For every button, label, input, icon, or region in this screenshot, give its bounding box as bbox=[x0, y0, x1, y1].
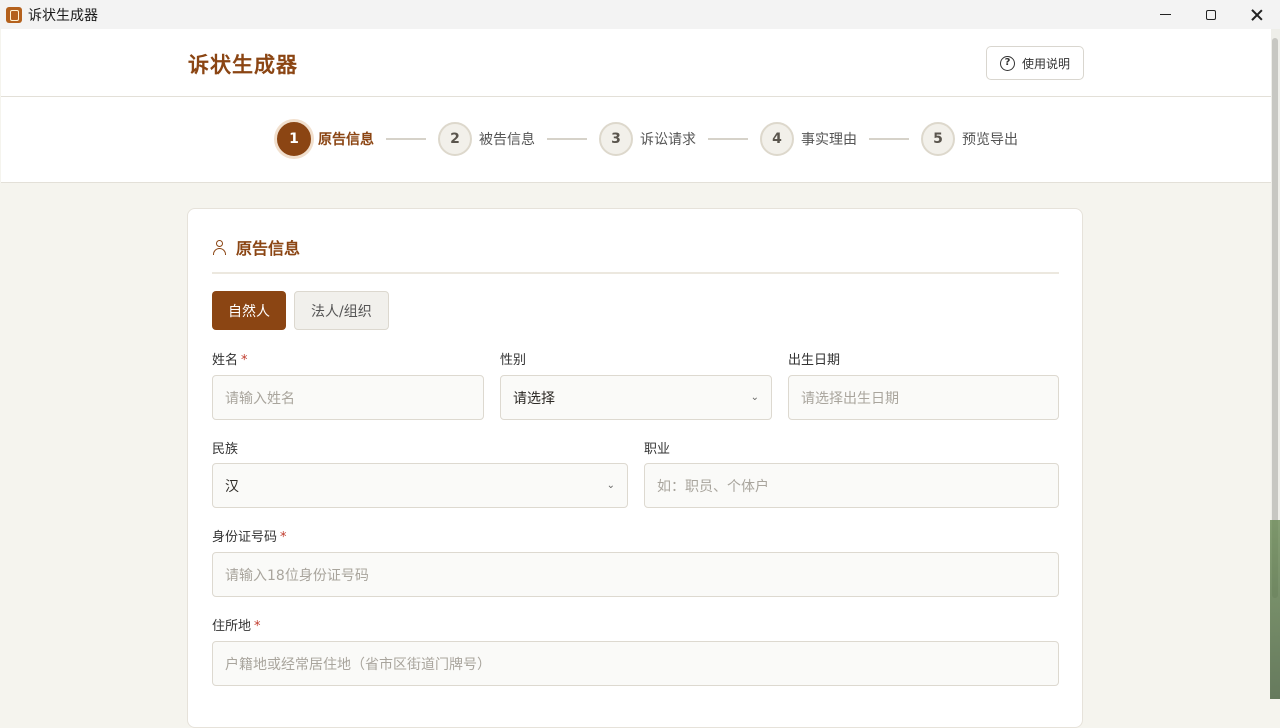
name-label: 姓名 * bbox=[212, 349, 248, 368]
app-header: 诉状生成器 ? 使用说明 bbox=[1, 29, 1271, 97]
step-label: 事实理由 bbox=[801, 132, 857, 148]
step-plaintiff[interactable]: 1 原告信息 bbox=[277, 122, 374, 156]
required-mark: * bbox=[280, 530, 287, 545]
gender-select[interactable]: 请选择 ⌄ bbox=[500, 375, 772, 420]
step-facts[interactable]: 4 事实理由 bbox=[760, 122, 857, 156]
stepper-bar: 1 原告信息 2 被告信息 3 诉讼请求 4 事实理由 5 预览导出 bbox=[1, 97, 1271, 183]
plaintiff-card: 原告信息 自然人 法人/组织 姓名 * 请输入姓名 性别 请选择 ⌄ 出生日期 请… bbox=[187, 208, 1083, 728]
card-title: 原告信息 bbox=[236, 239, 301, 258]
required-mark: * bbox=[254, 619, 261, 634]
step-number: 2 bbox=[438, 122, 472, 156]
address-label: 住所地 * bbox=[212, 615, 261, 634]
name-placeholder: 请输入姓名 bbox=[225, 390, 295, 407]
name-input[interactable]: 请输入姓名 bbox=[212, 375, 484, 420]
step-connector bbox=[547, 138, 587, 140]
name-label-text: 姓名 bbox=[212, 353, 239, 368]
address-placeholder: 户籍地或经常居住地（省市区街道门牌号） bbox=[225, 656, 491, 673]
window-titlebar: 诉状生成器 bbox=[0, 0, 1280, 29]
brand-title: 诉状生成器 bbox=[188, 53, 298, 77]
help-icon: ? bbox=[999, 55, 1015, 71]
step-number: 3 bbox=[599, 122, 633, 156]
ethnicity-label: 民族 bbox=[212, 442, 239, 457]
divider bbox=[212, 272, 1059, 274]
toggle-organization[interactable]: 法人/组织 bbox=[294, 291, 389, 330]
minimize-icon bbox=[1159, 13, 1171, 16]
occupation-placeholder: 如：职员、个体户 bbox=[657, 478, 769, 495]
chevron-down-icon: ⌄ bbox=[606, 480, 615, 491]
step-number: 1 bbox=[277, 122, 311, 156]
occupation-input[interactable]: 如：职员、个体户 bbox=[644, 463, 1059, 508]
stepper: 1 原告信息 2 被告信息 3 诉讼请求 4 事实理由 5 预览导出 bbox=[277, 122, 1018, 156]
window-title: 诉状生成器 bbox=[28, 7, 98, 24]
address-input[interactable]: 户籍地或经常居住地（省市区街道门牌号） bbox=[212, 641, 1059, 686]
step-connector bbox=[869, 138, 909, 140]
help-label: 使用说明 bbox=[1021, 56, 1070, 71]
step-label: 诉讼请求 bbox=[640, 132, 696, 148]
step-number: 4 bbox=[760, 122, 794, 156]
party-type-toggle: 自然人 法人/组织 bbox=[212, 291, 389, 330]
step-label: 预览导出 bbox=[962, 132, 1018, 148]
gender-value: 请选择 bbox=[513, 390, 555, 407]
birthdate-input[interactable]: 请选择出生日期 bbox=[788, 375, 1059, 420]
maximize-icon bbox=[1206, 9, 1216, 20]
close-icon bbox=[1251, 9, 1263, 21]
id-number-input[interactable]: 请输入18位身份证号码 bbox=[212, 552, 1059, 597]
step-claims[interactable]: 3 诉讼请求 bbox=[599, 122, 696, 156]
card-header: 原告信息 bbox=[212, 235, 300, 259]
app-icon bbox=[6, 6, 22, 23]
chevron-down-icon: ⌄ bbox=[750, 392, 759, 403]
ethnicity-select[interactable]: 汉 ⌄ bbox=[212, 463, 628, 508]
birthdate-label: 出生日期 bbox=[788, 353, 841, 368]
user-icon bbox=[212, 239, 228, 255]
id-number-label: 身份证号码 * bbox=[212, 526, 287, 545]
close-button[interactable] bbox=[1234, 0, 1280, 29]
desktop-edge bbox=[1270, 520, 1280, 699]
step-preview[interactable]: 5 预览导出 bbox=[921, 122, 1018, 156]
window-controls bbox=[1142, 0, 1280, 29]
step-connector bbox=[386, 138, 426, 140]
required-mark: * bbox=[241, 353, 248, 368]
minimize-button[interactable] bbox=[1142, 0, 1188, 29]
gender-label: 性别 bbox=[500, 353, 527, 368]
ethnicity-value: 汉 bbox=[225, 478, 239, 495]
birthdate-placeholder: 请选择出生日期 bbox=[801, 390, 899, 407]
step-connector bbox=[708, 138, 748, 140]
id-number-label-text: 身份证号码 bbox=[212, 530, 278, 545]
toggle-natural-person[interactable]: 自然人 bbox=[212, 291, 286, 330]
step-label: 原告信息 bbox=[318, 132, 374, 148]
maximize-button[interactable] bbox=[1188, 0, 1234, 29]
step-number: 5 bbox=[921, 122, 955, 156]
occupation-label: 职业 bbox=[644, 442, 671, 457]
address-label-text: 住所地 bbox=[212, 619, 252, 634]
step-label: 被告信息 bbox=[479, 132, 535, 148]
scrollbar-thumb[interactable] bbox=[1272, 38, 1278, 598]
step-defendant[interactable]: 2 被告信息 bbox=[438, 122, 535, 156]
id-number-placeholder: 请输入18位身份证号码 bbox=[225, 567, 369, 584]
help-button[interactable]: ? 使用说明 bbox=[986, 46, 1084, 80]
